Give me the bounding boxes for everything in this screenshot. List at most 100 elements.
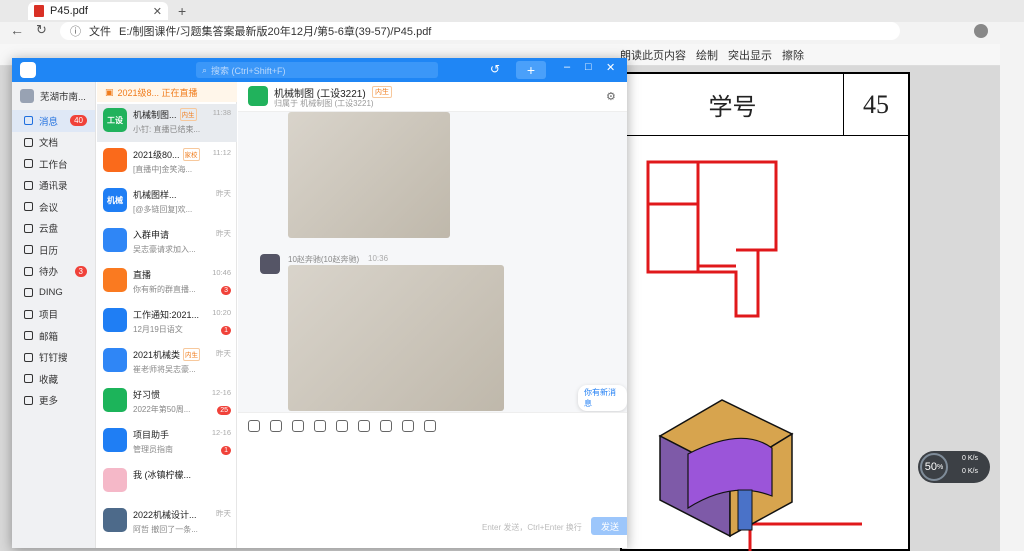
calendar-icon[interactable] — [402, 419, 414, 432]
back-icon[interactable]: ← — [10, 22, 24, 38]
conversation-time: 昨天 — [216, 189, 231, 198]
nav-item-1[interactable]: 文档 — [12, 132, 95, 154]
refresh-icon[interactable]: ↻ — [36, 22, 47, 38]
network-speed-widget[interactable]: 50% 0 K/s 0 K/s — [918, 451, 990, 483]
dingtalk-nav: 芜湖市南... 消息 40 文档 工作台 通讯录 会议云盘日历待办 3 DING 项目邮箱钉钉搜… — [12, 82, 96, 548]
conversation-item[interactable]: 2021级80... 家校 [直播中]金笑海... 11:12 — [97, 144, 237, 182]
conversation-time: 昨天 — [216, 509, 231, 518]
profile-icon[interactable] — [974, 24, 988, 38]
nav-item-6[interactable]: 日历 — [12, 239, 95, 261]
close-icon[interactable]: ✕ — [606, 61, 615, 74]
erase-button[interactable]: 擦除 — [782, 47, 804, 63]
conversation-preview: 阿哲 撤回了一条... — [133, 525, 198, 534]
nav-icon — [24, 223, 33, 233]
conversation-item[interactable]: 入群申请 吴志豪请求加入... 昨天 — [97, 224, 237, 262]
conversation-item[interactable]: 工设 机械制图... 内生 小钉: 直播已结束... 11:38 — [97, 104, 237, 142]
nav-badge: 40 — [70, 115, 87, 127]
draw-button[interactable]: 绘制 — [696, 47, 718, 63]
add-button[interactable]: + — [516, 61, 546, 79]
folder-icon[interactable] — [380, 419, 392, 432]
todo-icon[interactable] — [358, 419, 370, 432]
conversation-item[interactable]: 我 (冰镇柠檬... — [97, 464, 237, 502]
nav-label: 邮箱 — [39, 331, 59, 343]
org-switcher[interactable]: 芜湖市南... — [12, 82, 95, 110]
more-icon[interactable] — [424, 419, 436, 432]
close-tab-icon[interactable]: ✕ — [153, 5, 162, 18]
conversation-item[interactable]: 好习惯 2022年第50周... 12-16 25 — [97, 384, 237, 422]
conversation-avatar — [103, 468, 127, 492]
conversation-time: 10:46 — [212, 268, 231, 277]
highlight-button[interactable]: 突出显示 — [728, 47, 772, 63]
nav-label: 钉钉搜 — [39, 353, 68, 365]
scissors-icon[interactable] — [292, 419, 304, 432]
conversation-time: 昨天 — [216, 349, 231, 358]
nav-label: 云盘 — [39, 224, 59, 236]
conversation-item[interactable]: 2022机械设计... 阿哲 撤回了一条... 昨天 — [97, 504, 237, 542]
send-time: 10:36 — [368, 254, 389, 263]
nav-label: 日历 — [39, 245, 59, 257]
nav-icon — [24, 116, 33, 126]
chat-pane: 机械制图 (工设3221) 内生 归属于 机械制图 (工设3221) ⚙ 10赵… — [238, 82, 627, 548]
file-icon[interactable] — [336, 419, 348, 432]
conversation-avatar — [103, 268, 127, 292]
pdf-icon — [34, 5, 44, 17]
download-speed: 0 K/s — [962, 468, 978, 475]
nav-label: 项目 — [39, 310, 59, 322]
unread-badge: 25 — [217, 406, 231, 415]
conversation-name: 直播 — [133, 270, 152, 280]
history-icon[interactable]: ↺ — [490, 62, 500, 76]
nav-item-12[interactable]: 收藏 — [12, 368, 95, 390]
chat-subtitle: 归属于 机械制图 (工设3221) — [274, 99, 374, 108]
chat-image-1[interactable] — [288, 112, 450, 238]
unread-badge: 3 — [221, 286, 231, 295]
info-icon: ⓘ — [70, 26, 81, 38]
upload-speed: 0 K/s — [962, 455, 978, 462]
download-value: 0 — [962, 468, 966, 475]
conversation-item[interactable]: 机械 机械图样... [@多链回复]欢... 昨天 — [97, 184, 237, 222]
nav-item-2[interactable]: 工作台 — [12, 153, 95, 175]
nav-item-5[interactable]: 云盘 — [12, 218, 95, 240]
browser-tab[interactable]: P45.pdf ✕ — [28, 2, 168, 20]
upload-value: 0 — [962, 455, 966, 462]
nav-icon — [24, 137, 33, 147]
send-button[interactable]: 发送 — [591, 517, 627, 535]
nav-item-8[interactable]: DING — [12, 282, 95, 304]
minimize-icon[interactable]: – — [564, 61, 570, 73]
conversation-item[interactable]: 工作通知:2021... 12月19日语文 10:20 1 — [97, 304, 237, 342]
conversation-item[interactable]: 直播你有新的群直播... 10:46 3 — [97, 264, 237, 302]
new-message-tip[interactable]: 你有新消息 — [578, 385, 627, 411]
settings-icon[interactable]: ⚙ — [606, 90, 616, 103]
nav-label: DING — [39, 287, 63, 299]
conversation-item[interactable]: 项目助手 管理员指南 12-16 1 — [97, 424, 237, 462]
nav-item-7[interactable]: 待办 3 — [12, 261, 95, 283]
new-tab-icon[interactable]: + — [178, 3, 186, 19]
nav-item-13[interactable]: 更多 — [12, 390, 95, 412]
like-icon[interactable] — [270, 419, 282, 432]
live-banner[interactable]: ▣ 2021级8... 正在直播 — [97, 82, 237, 102]
maximize-icon[interactable]: □ — [585, 61, 592, 73]
nav-icon — [24, 374, 33, 384]
nav-item-9[interactable]: 项目 — [12, 304, 95, 326]
nav-icon — [24, 245, 33, 255]
conversation-time: 10:20 — [212, 308, 231, 317]
emoji-icon[interactable] — [248, 419, 260, 432]
pdf-page: 学号 45 — [620, 72, 910, 551]
mention-icon[interactable] — [314, 419, 326, 432]
nav-item-0[interactable]: 消息 40 — [12, 110, 95, 132]
global-search-input[interactable]: ⌕ 搜索 (Ctrl+Shift+F) — [196, 62, 438, 78]
chat-image-2[interactable] — [288, 265, 504, 411]
nav-item-3[interactable]: 通讯录 — [12, 175, 95, 197]
number-cell: 45 — [844, 74, 908, 136]
conversation-item[interactable]: 2021机械类 内生 崔老师将吴志豪... 昨天 — [97, 344, 237, 382]
conversation-preview: 崔老师将吴志豪... — [133, 365, 196, 374]
student-no-label: 学号 — [708, 95, 757, 121]
nav-icon — [24, 288, 33, 298]
conversation-preview: 你有新的群直播... — [133, 285, 196, 294]
nav-item-4[interactable]: 会议 — [12, 196, 95, 218]
address-bar[interactable]: ⓘ 文件 E:/制图课件/习题集答案最新版20年12月/第5-6章(39-57)… — [60, 22, 900, 40]
read-aloud-button[interactable]: 朗读此页内容 — [620, 47, 686, 63]
nav-label: 收藏 — [39, 374, 59, 386]
nav-item-10[interactable]: 邮箱 — [12, 325, 95, 347]
conversation-name: 2021级80... — [133, 150, 180, 160]
nav-item-11[interactable]: 钉钉搜 — [12, 347, 95, 369]
